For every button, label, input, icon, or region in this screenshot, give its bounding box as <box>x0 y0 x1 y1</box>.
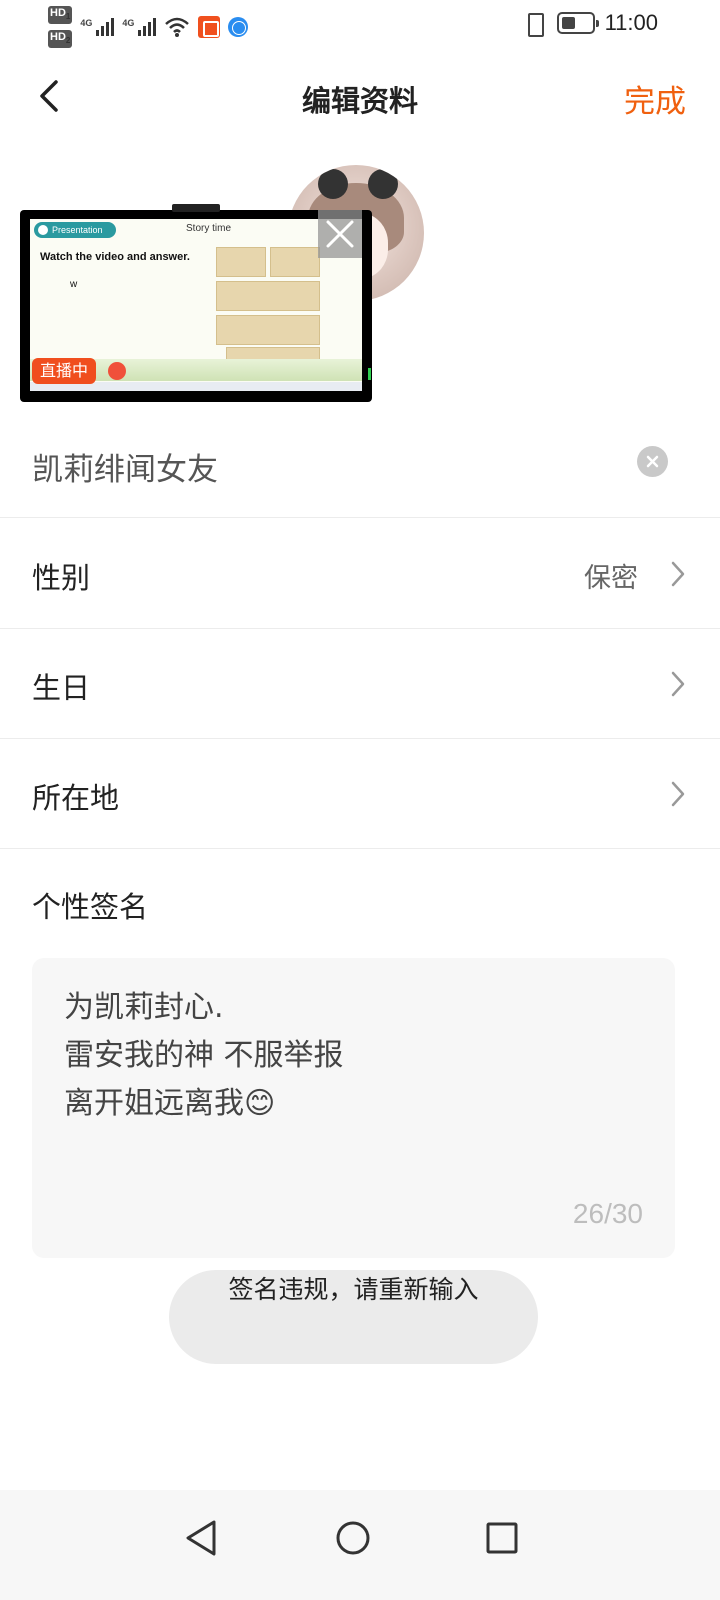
chevron-right-icon-svg <box>671 781 685 807</box>
battery-fill <box>561 17 575 29</box>
story-panel <box>216 247 266 277</box>
signature-text[interactable]: 为凯莉封心. 雷安我的神 不服举报 离开姐远离我😊 <box>64 984 344 1128</box>
camera-notch <box>172 204 220 212</box>
gender-value: 保密 <box>584 563 638 594</box>
signature-label: 个性签名 <box>32 890 149 924</box>
live-badge: 直播中 <box>32 358 96 384</box>
video-letter: w <box>70 279 78 290</box>
triangle-back-icon <box>186 1520 216 1556</box>
video-instruction: Watch the video and answer. <box>40 251 190 263</box>
location-label: 所在地 <box>32 781 120 815</box>
chevron-right-icon <box>668 669 688 699</box>
signal1-icon: 4G <box>80 18 115 37</box>
status-bar: HD1 HD2 4G 4G 11:00 <box>0 0 720 50</box>
square-recent-icon <box>486 1522 518 1554</box>
wifi-icon <box>165 17 190 38</box>
chevron-right-icon <box>668 559 688 589</box>
nav-home-button[interactable] <box>323 1508 383 1568</box>
signature-char-counter: 26/30 <box>572 1198 643 1229</box>
nickname-input[interactable]: 凯莉绯闻女友 <box>32 444 218 489</box>
net1-label: 4G <box>80 18 93 29</box>
story-panel <box>216 281 320 311</box>
chevron-right-icon-svg <box>671 561 685 587</box>
clear-nickname-button[interactable] <box>637 446 668 477</box>
status-mark <box>368 368 371 380</box>
browser-notification-icon <box>228 17 249 38</box>
battery-icon <box>556 12 599 34</box>
gender-row[interactable]: 性别 保密 <box>0 519 720 629</box>
vibrate-icon <box>521 11 547 37</box>
app-notification-icon <box>198 16 221 39</box>
hd-indicators: HD1 HD2 <box>48 6 73 49</box>
signature-textarea[interactable]: 为凯莉封心. 雷安我的神 不服举报 离开姐远离我😊 26/30 <box>32 958 675 1258</box>
hd1-badge: HD1 <box>48 6 73 25</box>
birthday-row[interactable]: 生日 <box>0 629 720 739</box>
story-time-label: Story time <box>186 223 232 234</box>
location-row[interactable]: 所在地 <box>0 739 720 849</box>
gender-label: 性别 <box>32 561 91 595</box>
birthday-label: 生日 <box>32 671 91 705</box>
chevron-right-icon-svg <box>671 671 685 697</box>
signature-line: 雷安我的神 不服举报 <box>64 1038 344 1073</box>
nickname-row[interactable]: 凯莉绯闻女友 <box>0 410 720 518</box>
status-time: 11:00 <box>604 10 658 35</box>
story-panel <box>270 247 320 277</box>
circle-home-icon <box>336 1521 370 1555</box>
status-right: 11:00 <box>521 10 658 37</box>
presentation-pill: Presentation <box>34 222 116 238</box>
floating-live-video[interactable]: Presentation Story time Watch the video … <box>20 204 372 402</box>
chevron-right-icon <box>668 779 688 809</box>
nav-back-button[interactable] <box>172 1508 232 1568</box>
done-button[interactable]: 完成 <box>624 76 686 121</box>
page-title: 编辑资料 <box>301 84 418 118</box>
toast-message: 签名违规，请重新输入 <box>169 1270 538 1364</box>
hd2-text: HD <box>50 31 66 44</box>
net2-label: 4G <box>122 18 135 29</box>
nav-recent-button[interactable] <box>472 1508 532 1568</box>
close-icon <box>326 220 354 248</box>
signature-line: 为凯莉封心. <box>64 990 224 1025</box>
signature-line: 离开姐远离我😊 <box>64 1086 276 1121</box>
hd2-badge: HD2 <box>48 30 73 49</box>
clear-circle-icon <box>646 455 659 468</box>
close-video-button[interactable] <box>318 210 362 258</box>
top-app-bar: 编辑资料 完成 <box>0 60 720 132</box>
recording-dot-icon <box>108 362 126 380</box>
story-panel <box>216 315 320 345</box>
avatar-ear-right <box>368 169 398 199</box>
hd1-text: HD <box>50 7 66 19</box>
signal2-icon: 4G <box>122 18 157 37</box>
status-left: HD1 HD2 4G 4G <box>48 6 249 49</box>
system-nav-bar <box>0 1490 720 1600</box>
hd1-sub: 1 <box>65 12 71 22</box>
avatar-ear-left <box>318 169 348 199</box>
hd2-sub: 2 <box>65 36 71 46</box>
